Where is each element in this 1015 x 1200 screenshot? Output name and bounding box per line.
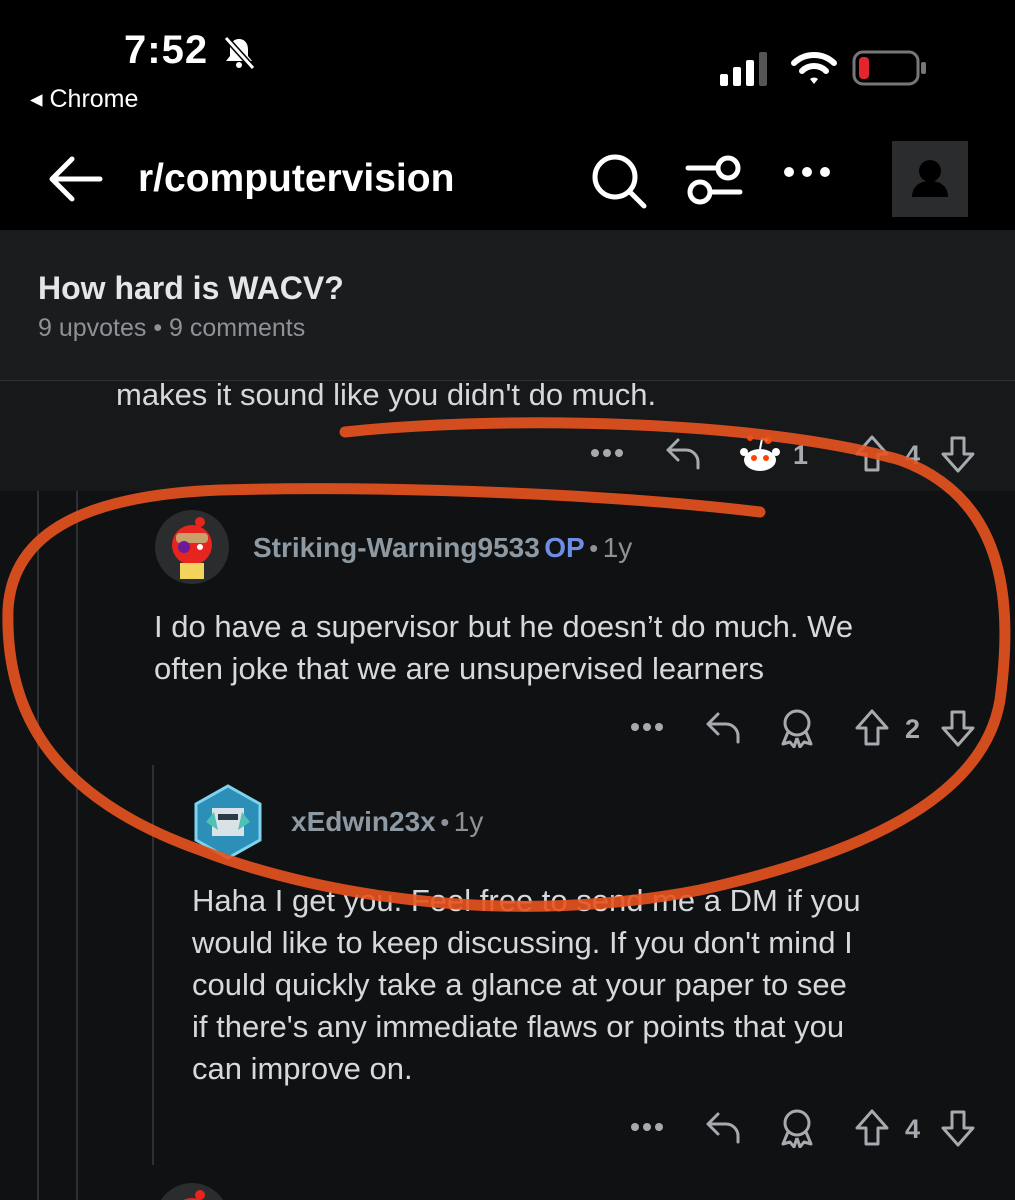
- comment-header: xEdwin23x • 1y: [291, 806, 483, 838]
- more-options-icon[interactable]: [630, 720, 664, 734]
- back-to-app-link[interactable]: ◂ Chrome: [30, 84, 138, 114]
- silent-bell-icon: [220, 34, 258, 72]
- comment-text-line: I do have a supervisor but he doesn’t do…: [154, 609, 854, 644]
- award-count: 1: [793, 440, 809, 470]
- comment-header: Striking-Warning9533 OP • 1y: [253, 532, 632, 564]
- comment-text-line: often joke that we are unsupervised lear…: [154, 651, 765, 686]
- more-options-icon[interactable]: [630, 1120, 664, 1134]
- username[interactable]: xEdwin23x: [291, 806, 436, 837]
- post-meta: 9 upvotes • 9 comments: [38, 314, 306, 342]
- back-arrow-icon[interactable]: [48, 155, 104, 203]
- comment-text-line: Haha I get you. Feel free to send me a D…: [192, 883, 861, 918]
- comment-text-line: can improve on.: [192, 1051, 413, 1086]
- separator: •: [589, 533, 599, 563]
- comment-age: 1y: [453, 806, 484, 837]
- filter-sliders-icon[interactable]: [684, 152, 744, 208]
- cell-signal-icon: [720, 52, 772, 86]
- comment-text-line: could quickly take a glance at your pape…: [192, 967, 847, 1002]
- comment-age: 1y: [602, 532, 633, 563]
- comment-text-line: would like to keep discussing. If you do…: [192, 925, 853, 960]
- user-avatar[interactable]: [192, 784, 264, 860]
- post-title[interactable]: How hard is WACV?: [38, 270, 344, 307]
- status-time: 7:52: [124, 28, 209, 72]
- reply-icon[interactable]: [704, 1110, 742, 1146]
- app-header: 7:52 ◂ Chrome r/computervision: [0, 0, 1015, 230]
- reply-icon[interactable]: [664, 436, 702, 472]
- post-header[interactable]: How hard is WACV? 9 upvotes • 9 comments: [0, 230, 1015, 381]
- thread-line: [76, 491, 78, 1200]
- search-icon[interactable]: [590, 152, 648, 210]
- downvote-icon[interactable]: [940, 434, 976, 474]
- downvote-icon[interactable]: [940, 708, 976, 748]
- award-icon[interactable]: [778, 1108, 816, 1148]
- award-snoo-icon[interactable]: [738, 432, 782, 476]
- separator: •: [440, 807, 450, 837]
- upvote-icon[interactable]: [854, 708, 890, 748]
- thread-line: [37, 381, 39, 1200]
- wifi-icon: [790, 50, 838, 86]
- thread-line: [152, 765, 154, 1165]
- user-avatar[interactable]: [154, 1182, 230, 1200]
- downvote-icon[interactable]: [940, 1108, 976, 1148]
- vote-count: 4: [905, 1114, 921, 1144]
- subreddit-title[interactable]: r/computervision: [138, 157, 454, 201]
- user-avatar-icon[interactable]: [892, 141, 968, 217]
- reply-icon[interactable]: [704, 710, 742, 746]
- comment-text-line: if there's any immediate flaws or points…: [192, 1009, 845, 1044]
- award-icon[interactable]: [778, 708, 816, 748]
- more-options-icon[interactable]: [590, 446, 624, 460]
- upvote-icon[interactable]: [854, 434, 890, 474]
- upvote-icon[interactable]: [854, 1108, 890, 1148]
- user-avatar[interactable]: [154, 509, 230, 585]
- username[interactable]: Striking-Warning9533: [253, 532, 540, 563]
- more-options-icon[interactable]: [782, 162, 832, 182]
- vote-count: 4: [905, 440, 921, 470]
- comment-text: makes it sound like you didn't do much.: [116, 377, 657, 412]
- vote-count: 2: [905, 714, 921, 744]
- op-badge: OP: [544, 532, 585, 563]
- battery-icon: [852, 50, 928, 86]
